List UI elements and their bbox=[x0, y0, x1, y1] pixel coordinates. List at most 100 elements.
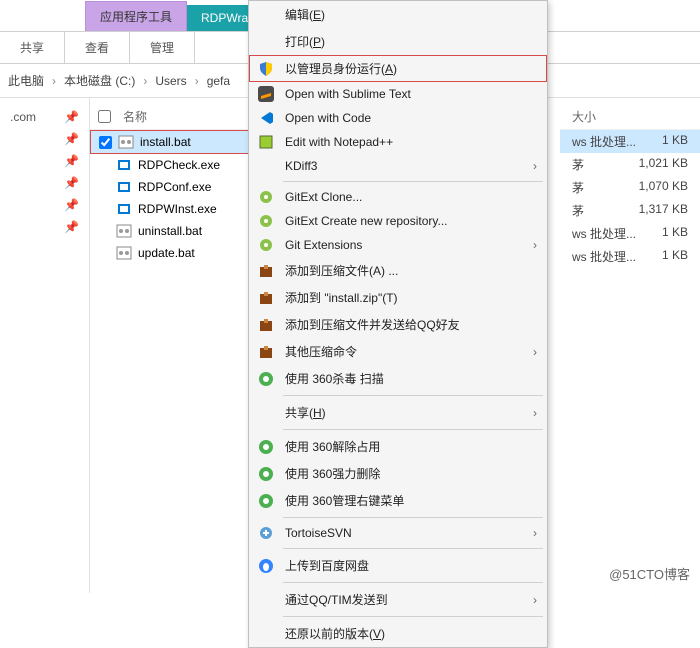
menu-item-label: 共享(H) bbox=[285, 404, 326, 421]
menu-item[interactable]: Open with Code bbox=[249, 106, 547, 130]
menu-item[interactable]: 添加到 "install.zip"(T) bbox=[249, 284, 547, 311]
menu-item-label: 使用 360管理右键菜单 bbox=[285, 492, 404, 509]
chevron-right-icon: › bbox=[195, 74, 199, 88]
file-row[interactable]: uninstall.bat bbox=[90, 220, 250, 242]
winrar-icon bbox=[257, 262, 275, 280]
toolbar-group-share[interactable]: 共享 bbox=[0, 32, 65, 63]
menu-item[interactable]: 使用 360解除占用 bbox=[249, 433, 547, 460]
gitext-icon bbox=[257, 188, 275, 206]
baidu-icon bbox=[257, 557, 275, 575]
context-menu: 编辑(E)打印(P) 以管理员身份运行(A) Open with Sublime T… bbox=[248, 0, 548, 648]
menu-item-label: 以管理员身份运行(A) bbox=[285, 60, 397, 77]
tsvn-icon bbox=[257, 524, 275, 542]
chevron-right-icon: › bbox=[52, 74, 56, 88]
file-name: uninstall.bat bbox=[138, 224, 202, 238]
menu-item-label: 使用 360杀毒 扫描 bbox=[285, 370, 384, 387]
file-row[interactable]: RDPConf.exe bbox=[90, 176, 250, 198]
sublime-icon bbox=[257, 85, 275, 103]
menu-separator bbox=[283, 582, 543, 583]
menu-item[interactable]: 上传到百度网盘 bbox=[249, 552, 547, 579]
menu-item[interactable]: 使用 360管理右键菜单 bbox=[249, 487, 547, 514]
chevron-right-icon: › bbox=[533, 406, 537, 420]
menu-item-label: 添加到压缩文件并发送给QQ好友 bbox=[285, 316, 460, 333]
menu-item-label: Open with Code bbox=[285, 111, 371, 125]
menu-separator bbox=[283, 395, 543, 396]
menu-item[interactable]: TortoiseSVN› bbox=[249, 521, 547, 545]
nav-pane: .com📌 📌 📌 📌 📌 📌 bbox=[0, 98, 90, 593]
winrar-icon bbox=[257, 316, 275, 334]
breadcrumb-item[interactable]: Users bbox=[155, 74, 186, 88]
file-name: RDPConf.exe bbox=[138, 180, 211, 194]
menu-separator bbox=[283, 548, 543, 549]
menu-item[interactable]: Git Extensions› bbox=[249, 233, 547, 257]
menu-item[interactable]: 使用 360杀毒 扫描 bbox=[249, 365, 547, 392]
menu-item-label: Edit with Notepad++ bbox=[285, 135, 393, 149]
menu-item-label: 添加到 "install.zip"(T) bbox=[285, 289, 398, 306]
menu-item[interactable]: 通过QQ/TIM发送到› bbox=[249, 586, 547, 613]
menu-item-label: 其他压缩命令 bbox=[285, 343, 357, 360]
nav-item[interactable]: .com📌 bbox=[0, 106, 89, 128]
file-list: 名称 install.bat RDPCheck.exe RDPConf.exe RDP… bbox=[90, 98, 250, 593]
watermark: @51CTO博客 bbox=[609, 564, 690, 583]
menu-separator bbox=[283, 616, 543, 617]
breadcrumb-item[interactable]: 此电脑 bbox=[8, 72, 44, 89]
breadcrumb-item[interactable]: gefa bbox=[207, 74, 230, 88]
nav-item[interactable]: 📌 bbox=[0, 216, 89, 238]
nav-item[interactable]: 📌 bbox=[0, 128, 89, 150]
menu-separator bbox=[283, 429, 543, 430]
file-row[interactable]: RDPWInst.exe bbox=[90, 198, 250, 220]
chevron-right-icon: › bbox=[533, 345, 537, 359]
menu-item[interactable]: 添加到压缩文件并发送给QQ好友 bbox=[249, 311, 547, 338]
menu-item[interactable]: GitExt Clone... bbox=[249, 185, 547, 209]
select-all-checkbox[interactable] bbox=[98, 110, 111, 123]
chevron-right-icon: › bbox=[143, 74, 147, 88]
menu-item[interactable]: 还原以前的版本(V) bbox=[249, 620, 547, 647]
360-icon bbox=[257, 370, 275, 388]
menu-item-label: GitExt Create new repository... bbox=[285, 214, 448, 228]
ribbon-tab-apptools[interactable]: 应用程序工具 bbox=[85, 1, 187, 31]
nav-item[interactable]: 📌 bbox=[0, 172, 89, 194]
detail-row: ws 批处理...1 KB bbox=[560, 222, 700, 245]
menu-item-label: 通过QQ/TIM发送到 bbox=[285, 591, 388, 608]
menu-item-label: 使用 360强力删除 bbox=[285, 465, 380, 482]
menu-item[interactable]: 以管理员身份运行(A) bbox=[249, 55, 547, 82]
bat-icon bbox=[116, 245, 132, 261]
notepadpp-icon bbox=[257, 133, 275, 151]
menu-separator bbox=[283, 517, 543, 518]
nav-item[interactable]: 📌 bbox=[0, 150, 89, 172]
exe-blue-icon bbox=[116, 179, 132, 195]
file-name: install.bat bbox=[140, 135, 191, 149]
menu-item[interactable]: Open with Sublime Text bbox=[249, 82, 547, 106]
column-header-size[interactable]: 大小 bbox=[560, 104, 700, 130]
nav-item[interactable]: 📌 bbox=[0, 194, 89, 216]
bat-icon bbox=[118, 134, 134, 150]
menu-item[interactable]: Edit with Notepad++ bbox=[249, 130, 547, 154]
detail-row: 茅1,317 KB bbox=[560, 199, 700, 222]
pin-icon: 📌 bbox=[64, 198, 79, 212]
menu-item[interactable]: 编辑(E) bbox=[249, 1, 547, 28]
column-header-name[interactable]: 名称 bbox=[90, 104, 250, 130]
menu-item-label: Open with Sublime Text bbox=[285, 87, 411, 101]
toolbar-group-view[interactable]: 查看 bbox=[65, 32, 130, 63]
file-row[interactable]: install.bat bbox=[90, 130, 250, 154]
menu-item[interactable]: 打印(P) bbox=[249, 28, 547, 55]
menu-item-label: GitExt Clone... bbox=[285, 190, 362, 204]
file-name: update.bat bbox=[138, 246, 195, 260]
file-row[interactable]: update.bat bbox=[90, 242, 250, 264]
file-checkbox[interactable] bbox=[99, 136, 112, 149]
file-row[interactable]: RDPCheck.exe bbox=[90, 154, 250, 176]
menu-item[interactable]: 使用 360强力删除 bbox=[249, 460, 547, 487]
menu-item[interactable]: 共享(H) › bbox=[249, 399, 547, 426]
menu-item[interactable]: 其他压缩命令 › bbox=[249, 338, 547, 365]
detail-row: 茅1,021 KB bbox=[560, 153, 700, 176]
menu-item[interactable]: KDiff3› bbox=[249, 154, 547, 178]
menu-item-label: TortoiseSVN bbox=[285, 526, 352, 540]
menu-item[interactable]: 添加到压缩文件(A) ... bbox=[249, 257, 547, 284]
menu-item[interactable]: GitExt Create new repository... bbox=[249, 209, 547, 233]
gitext-icon bbox=[257, 212, 275, 230]
chevron-right-icon: › bbox=[533, 159, 537, 173]
360-icon bbox=[257, 492, 275, 510]
details-columns: 大小 ws 批处理...1 KB茅1,021 KB茅1,070 KB茅1,317… bbox=[560, 98, 700, 593]
toolbar-group-manage[interactable]: 管理 bbox=[130, 32, 195, 63]
breadcrumb-item[interactable]: 本地磁盘 (C:) bbox=[64, 72, 135, 89]
